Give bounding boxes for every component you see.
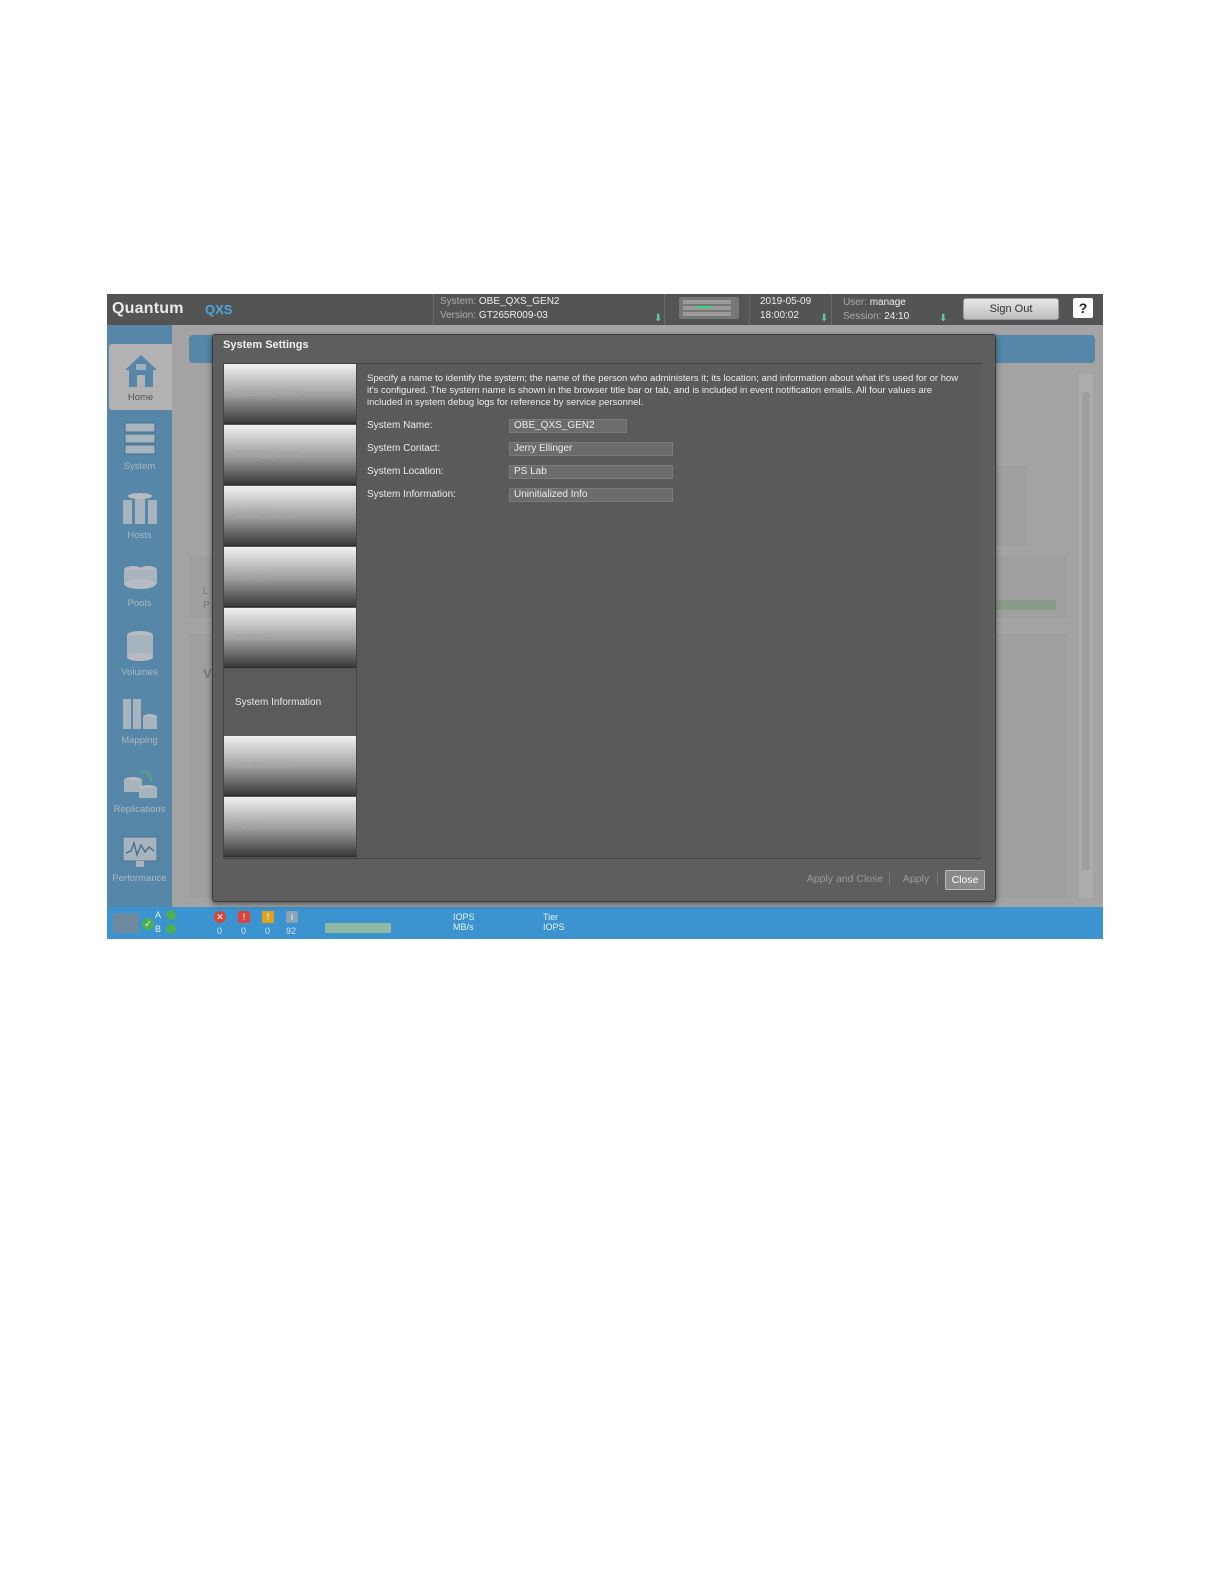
error-icon[interactable]: ✕ <box>214 911 226 923</box>
enclosure-arrow-icon <box>695 306 713 308</box>
controller-b-ok-icon <box>166 924 176 934</box>
tab-system-information[interactable]: System Information <box>224 669 356 736</box>
apply-and-close-button[interactable]: Apply and Close <box>803 870 887 888</box>
mbs-label: MB/s <box>453 922 474 932</box>
system-contact-label: System Contact: <box>367 443 441 454</box>
system-information-panel: Specify a name to identify the system; t… <box>356 364 981 858</box>
system-location-input[interactable]: PS Lab <box>509 465 673 479</box>
help-button[interactable]: ? <box>1073 298 1093 318</box>
error-count: 0 <box>217 926 223 936</box>
system-location-label: System Location: <box>367 466 444 477</box>
button-separator <box>889 872 890 886</box>
activity-progress <box>325 923 391 933</box>
user-label: User: <box>843 297 867 308</box>
system-information-input[interactable]: Uninitialized Info <box>509 488 673 502</box>
system-expand-icon[interactable]: ⬇ <box>654 312 662 326</box>
tab-network[interactable]: Network <box>224 547 356 607</box>
system-label: System: <box>440 296 477 307</box>
user-expand-icon[interactable]: ⬇ <box>939 312 947 326</box>
tab-manage-users[interactable]: Manage Users <box>224 425 356 485</box>
tab-date-and-time[interactable]: Date and Time <box>224 364 356 424</box>
button-separator <box>937 872 938 886</box>
controller-icon[interactable] <box>113 913 139 933</box>
tab-services[interactable]: Services <box>224 608 356 668</box>
storage-manager-app: Quantum QXS System: OBE_QXS_GEN2 Version… <box>107 294 1103 939</box>
critical-count: 0 <box>241 926 247 936</box>
controller-b-label: B <box>155 924 162 934</box>
session-value: 24:10 <box>884 311 910 322</box>
info-icon[interactable]: i <box>286 911 298 923</box>
critical-icon[interactable]: ! <box>238 911 250 923</box>
version-value: GT265R009-03 <box>478 310 548 321</box>
brand-logo: Quantum <box>112 300 184 317</box>
tier-label: Tier <box>543 912 559 922</box>
system-name-input[interactable]: OBE_QXS_GEN2 <box>509 419 627 433</box>
tab-notifications[interactable]: Notifications <box>224 736 356 796</box>
apply-button[interactable]: Apply <box>899 870 933 888</box>
system-name-label: System Name: <box>367 420 433 431</box>
info-count: 92 <box>286 926 297 936</box>
warning-icon[interactable]: ! <box>262 911 274 923</box>
tab-ports[interactable]: Ports <box>224 797 356 857</box>
product-name: QXS <box>205 302 233 317</box>
dialog-body: Date and Time Manage Users Install Licen… <box>223 363 981 859</box>
date-value: 2019-05-09 <box>760 296 812 307</box>
iops-label: IOPS <box>453 912 475 922</box>
controller-ok-icon: ✓ <box>142 918 154 930</box>
date-time-panel[interactable]: 2019-05-09 18:00:02 ⬇ <box>750 294 832 325</box>
session-label: Session: <box>843 311 882 322</box>
top-bar: Quantum QXS System: OBE_QXS_GEN2 Version… <box>107 294 1103 325</box>
datetime-expand-icon[interactable]: ⬇ <box>820 312 828 326</box>
sign-out-button[interactable]: Sign Out <box>963 298 1059 320</box>
controller-a-label: A <box>155 910 162 920</box>
status-bar: A B ✓ ✕ 0 ! 0 ! 0 i 92 IOPS MB/s Tier IO… <box>107 907 1103 939</box>
settings-tab-list: Date and Time Manage Users Install Licen… <box>224 364 356 858</box>
enclosure-icon <box>679 297 739 319</box>
tab-install-license[interactable]: Install License <box>224 486 356 546</box>
system-settings-dialog: System Settings Date and Time Manage Use… <box>212 334 996 902</box>
close-button[interactable]: Close <box>945 870 985 890</box>
warning-count: 0 <box>265 926 271 936</box>
system-contact-input[interactable]: Jerry Ellinger <box>509 442 673 456</box>
user-value: manage <box>869 297 906 308</box>
enclosure-graphic[interactable] <box>667 294 750 325</box>
user-info-panel[interactable]: User: manage Session: 24:10 ⬇ <box>833 294 961 325</box>
panel-description: Specify a name to identify the system; t… <box>367 373 959 408</box>
tier-iops-label: IOPS <box>543 922 565 932</box>
system-value: OBE_QXS_GEN2 <box>478 296 560 307</box>
system-information-label: System Information: <box>367 489 456 500</box>
controller-a-ok-icon <box>166 910 176 920</box>
dialog-title: System Settings <box>223 339 309 351</box>
version-label: Version: <box>440 310 477 321</box>
system-info-panel[interactable]: System: OBE_QXS_GEN2 Version: GT265R009-… <box>433 294 665 325</box>
